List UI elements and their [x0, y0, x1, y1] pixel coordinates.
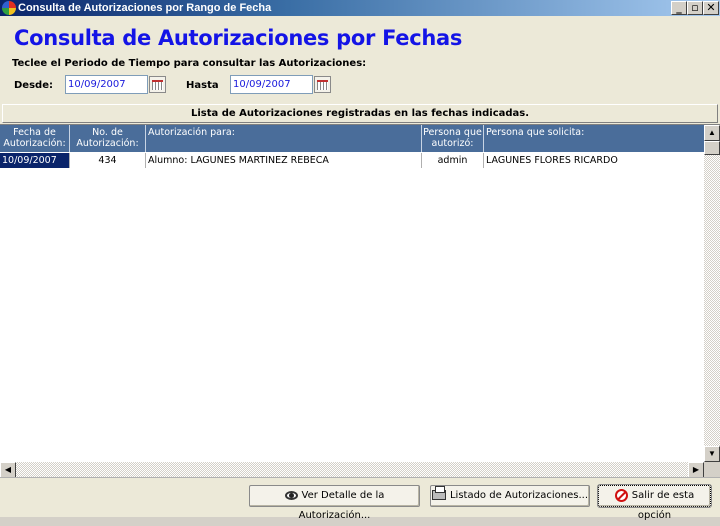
- button-bar: Ver Detalle de la Autorización... Listad…: [0, 477, 720, 521]
- list-authorizations-label: Listado de Autorizaciones...: [449, 490, 589, 501]
- minimize-button[interactable]: _: [671, 1, 687, 15]
- scroll-left-icon[interactable]: ◀: [0, 462, 16, 478]
- printer-icon: [431, 486, 446, 500]
- exit-option-button[interactable]: Salir de esta opción: [597, 484, 712, 521]
- scrollbar-corner: [704, 462, 720, 478]
- scroll-up-icon[interactable]: ▲: [704, 125, 720, 141]
- scroll-down-icon[interactable]: ▼: [704, 446, 720, 462]
- list-authorizations-button[interactable]: Listado de Autorizaciones...: [430, 485, 590, 507]
- cell-solicita[interactable]: LAGUNES FLORES RICARDO: [484, 153, 704, 168]
- view-detail-button[interactable]: Ver Detalle de la Autorización...: [249, 485, 420, 521]
- cell-numero[interactable]: 434: [70, 153, 146, 168]
- scroll-right-icon[interactable]: ▶: [688, 462, 704, 478]
- list-caption: Lista de Autorizaciones registradas en l…: [2, 104, 718, 123]
- authorizations-grid[interactable]: Fecha de Autorización: No. de Autorizaci…: [0, 124, 720, 478]
- hasta-label: Hasta: [186, 80, 219, 91]
- stop-icon: [614, 488, 628, 502]
- eye-icon: [284, 490, 298, 500]
- column-header-line: Autorización para:: [148, 127, 235, 138]
- main-window: Consulta de Autorizaciones por Rango de …: [0, 0, 720, 521]
- calendar-icon: [152, 80, 163, 90]
- column-header-fecha[interactable]: Fecha de Autorización:: [0, 125, 70, 152]
- vertical-scrollbar[interactable]: ▲ ▼: [704, 125, 720, 462]
- column-header-line: Persona que: [423, 127, 482, 138]
- hasta-date-field[interactable]: 10/09/2007: [230, 75, 313, 94]
- cell-autorizo[interactable]: admin: [422, 153, 484, 168]
- column-header-line: No. de: [92, 127, 123, 138]
- column-header-para[interactable]: Autorización para:: [146, 125, 422, 152]
- desde-label: Desde:: [14, 80, 53, 91]
- table-row[interactable]: 10/09/2007 434 Alumno: LAGUNES MARTINEZ …: [0, 153, 704, 168]
- cell-para[interactable]: Alumno: LAGUNES MARTINEZ REBECA: [146, 153, 422, 168]
- calendar-icon: [317, 80, 328, 90]
- column-header-numero[interactable]: No. de Autorización:: [70, 125, 146, 152]
- vertical-scroll-thumb[interactable]: [704, 141, 720, 155]
- desde-date-field[interactable]: 10/09/2007: [65, 75, 148, 94]
- maximize-button[interactable]: ▫: [687, 1, 703, 15]
- desde-calendar-button[interactable]: [149, 76, 166, 93]
- window-title: Consulta de Autorizaciones por Rango de …: [18, 2, 272, 14]
- column-header-line: Autorización:: [76, 138, 139, 149]
- view-detail-label: Ver Detalle de la Autorización...: [298, 490, 385, 521]
- cell-fecha[interactable]: 10/09/2007: [0, 153, 70, 168]
- app-logo-icon: [2, 1, 16, 15]
- column-header-autorizo[interactable]: Persona que autorizó:: [422, 125, 484, 152]
- column-header-line: Fecha de: [13, 127, 56, 138]
- instruction-text: Teclee el Periodo de Tiempo para consult…: [12, 58, 367, 69]
- horizontal-scrollbar[interactable]: ◀ ▶: [0, 462, 704, 478]
- column-header-line: autorizó:: [431, 138, 474, 149]
- close-button[interactable]: ✕: [703, 1, 719, 15]
- title-bar[interactable]: Consulta de Autorizaciones por Rango de …: [0, 0, 720, 16]
- grid-header: Fecha de Autorización: No. de Autorizaci…: [0, 125, 704, 152]
- column-header-solicita[interactable]: Persona que solicita:: [484, 125, 704, 152]
- page-title: Consulta de Autorizaciones por Fechas: [14, 26, 463, 50]
- exit-option-label: Salir de esta opción: [631, 490, 695, 521]
- column-header-line: Autorización:: [3, 138, 66, 149]
- hasta-calendar-button[interactable]: [314, 76, 331, 93]
- column-header-line: Persona que solicita:: [486, 127, 585, 138]
